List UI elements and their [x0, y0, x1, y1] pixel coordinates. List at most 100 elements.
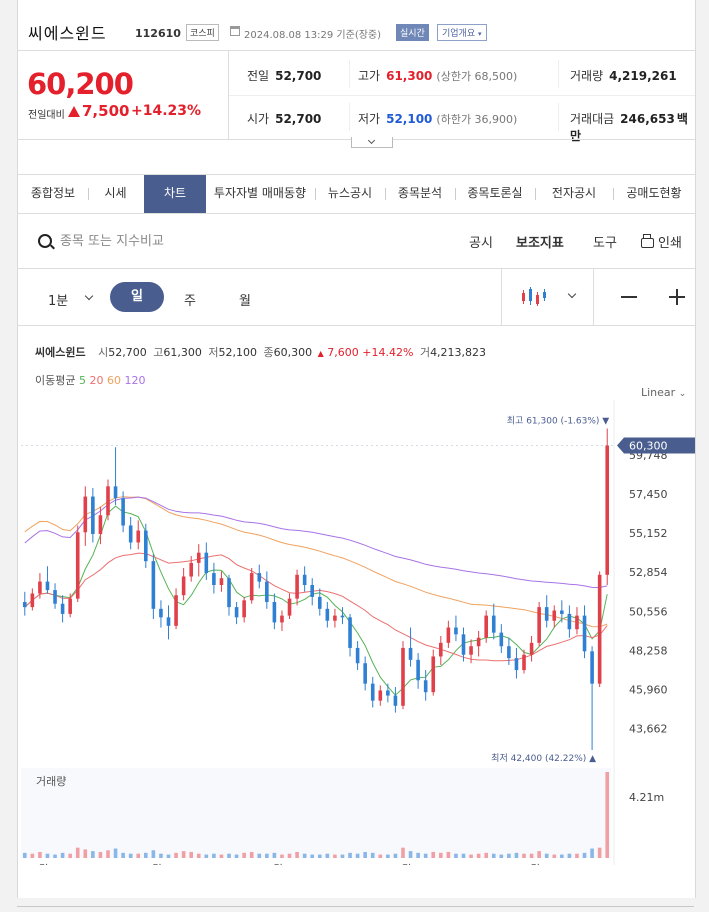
search-icon[interactable]	[38, 234, 52, 248]
indicators-button[interactable]: 보조지표	[516, 232, 564, 251]
chevron-down-icon[interactable]	[84, 291, 94, 301]
volume-bar	[560, 854, 564, 858]
candle-body	[348, 617, 352, 648]
price-chart[interactable]: 43,662 45,960 48,258 50,556 52,854 55,152 57,4…	[18, 400, 695, 865]
stat-value: 4,219,261	[609, 69, 677, 83]
tab-overview[interactable]: 종합정보	[18, 175, 88, 213]
volume-bar	[60, 852, 65, 858]
week-interval-button[interactable]: 주	[184, 290, 196, 309]
toolbar-divider	[501, 269, 502, 325]
tab-investor-trading[interactable]: 투자자별 매매동향	[206, 175, 314, 213]
company-info-dropdown[interactable]: 기업개요 ▾	[437, 24, 487, 41]
volume-bar	[227, 853, 231, 858]
candle-body	[544, 607, 549, 621]
candle-body	[295, 574, 299, 599]
candle-body	[53, 590, 57, 604]
candle-body	[249, 573, 254, 601]
candle-body	[174, 595, 178, 626]
candle-body	[22, 602, 27, 608]
tab-analysis[interactable]: 종목분석	[385, 175, 455, 213]
legend-label: 거	[419, 346, 431, 359]
stock-name: 씨에스윈드	[28, 24, 107, 43]
legend-open: 52,700	[108, 346, 147, 359]
x-tick-label: 04/14	[85, 863, 117, 865]
stat-label: 고가	[358, 69, 381, 83]
expand-toggle-button[interactable]	[351, 137, 393, 148]
zoom-out-icon[interactable]	[621, 296, 637, 298]
minute-interval-dropdown[interactable]: 1분	[48, 290, 68, 309]
candle-body	[378, 690, 383, 701]
candlestick-icon[interactable]	[521, 287, 547, 307]
day-interval-button[interactable]: 일	[110, 282, 164, 312]
scale-dropdown[interactable]: Linear ⌄	[641, 386, 686, 399]
candle-body	[590, 651, 594, 684]
stat-value: 246,653	[620, 112, 675, 126]
volume-bar	[522, 853, 526, 858]
volume-bar	[317, 854, 322, 858]
volume-bar	[38, 851, 42, 858]
tab-quotes[interactable]: 시세	[88, 175, 143, 213]
up-triangle-icon: ▲	[317, 349, 324, 358]
candle-body	[582, 615, 587, 652]
upper-limit: (상한가 68,500)	[436, 70, 518, 83]
volume-bar	[552, 854, 557, 858]
month-interval-button[interactable]: 월	[239, 290, 251, 309]
stat-volume: 거래량 4,219,261	[570, 67, 677, 84]
stat-value: 61,300	[386, 69, 433, 83]
volume-bar	[333, 854, 337, 858]
volume-bar	[128, 853, 133, 858]
volume-bar	[189, 851, 193, 858]
stat-label: 시가	[247, 112, 270, 126]
change-value: 7,500	[68, 102, 129, 120]
high-marker-label: 최고 61,300 (-1.63%) ▼	[507, 416, 609, 427]
tab-discussion[interactable]: 종목토론실	[455, 175, 535, 213]
candle-body	[287, 598, 292, 616]
candle-body	[151, 561, 156, 609]
candle-body	[597, 574, 602, 684]
disclosure-button[interactable]: 공시	[469, 232, 493, 251]
price-summary: 60,200 전일대비 7,500 +14.23%	[18, 51, 229, 139]
realtime-badge[interactable]: 실시간	[396, 24, 429, 41]
x-tick-label: 6월	[266, 863, 283, 865]
tab-chart[interactable]: 차트	[144, 175, 206, 213]
y-tick-label: 55,152	[629, 527, 668, 540]
tab-short-selling[interactable]: 공매도현황	[613, 175, 695, 213]
dropdown-arrow-icon: ▾	[478, 30, 482, 38]
candle-body	[491, 615, 496, 633]
legend-label: 시	[98, 346, 109, 359]
toolbar-divider	[593, 269, 594, 325]
candle-body	[234, 607, 239, 618]
volume-bar	[348, 852, 352, 858]
tools-button[interactable]: 도구	[593, 232, 617, 251]
volume-bar	[537, 851, 541, 858]
print-button[interactable]: 인쇄	[641, 232, 682, 251]
candle-body	[265, 581, 269, 603]
change-label: 전일대비	[28, 110, 65, 121]
candle-body	[355, 647, 360, 664]
candle-body	[136, 530, 141, 543]
chart-legend: 씨에스윈드 시52,700 고61,300 저52,100 종60,300 ▲ …	[35, 344, 486, 360]
candle-body	[567, 613, 572, 630]
volume-bar	[340, 854, 345, 858]
x-tick-label: 8월	[523, 863, 540, 865]
volume-bar	[514, 852, 519, 858]
search-input[interactable]	[58, 229, 322, 253]
change-amount: 7,500	[82, 102, 130, 120]
zoom-in-icon-vertical[interactable]	[676, 289, 678, 305]
candle-body	[522, 654, 526, 671]
stat-low: 저가 52,100 (하한가 36,900)	[358, 110, 517, 127]
moving-average-legend[interactable]: 이동평균 5 20 60 120	[35, 372, 145, 388]
up-triangle-icon	[68, 106, 80, 117]
tab-news[interactable]: 뉴스공시	[315, 175, 385, 213]
volume-bar	[249, 851, 254, 858]
volume-bar	[499, 854, 504, 858]
volume-bar	[174, 852, 178, 858]
y-tick-label: 50,556	[629, 605, 668, 618]
candle-body	[204, 552, 209, 574]
legend-label: 종	[263, 346, 274, 359]
stat-value: 52,100	[386, 112, 433, 126]
chart-type-chevron-icon[interactable]	[567, 289, 577, 299]
volume-bar	[212, 853, 216, 858]
x-tick-label: 07/14	[448, 863, 480, 865]
tab-disclosure[interactable]: 전자공시	[535, 175, 613, 213]
